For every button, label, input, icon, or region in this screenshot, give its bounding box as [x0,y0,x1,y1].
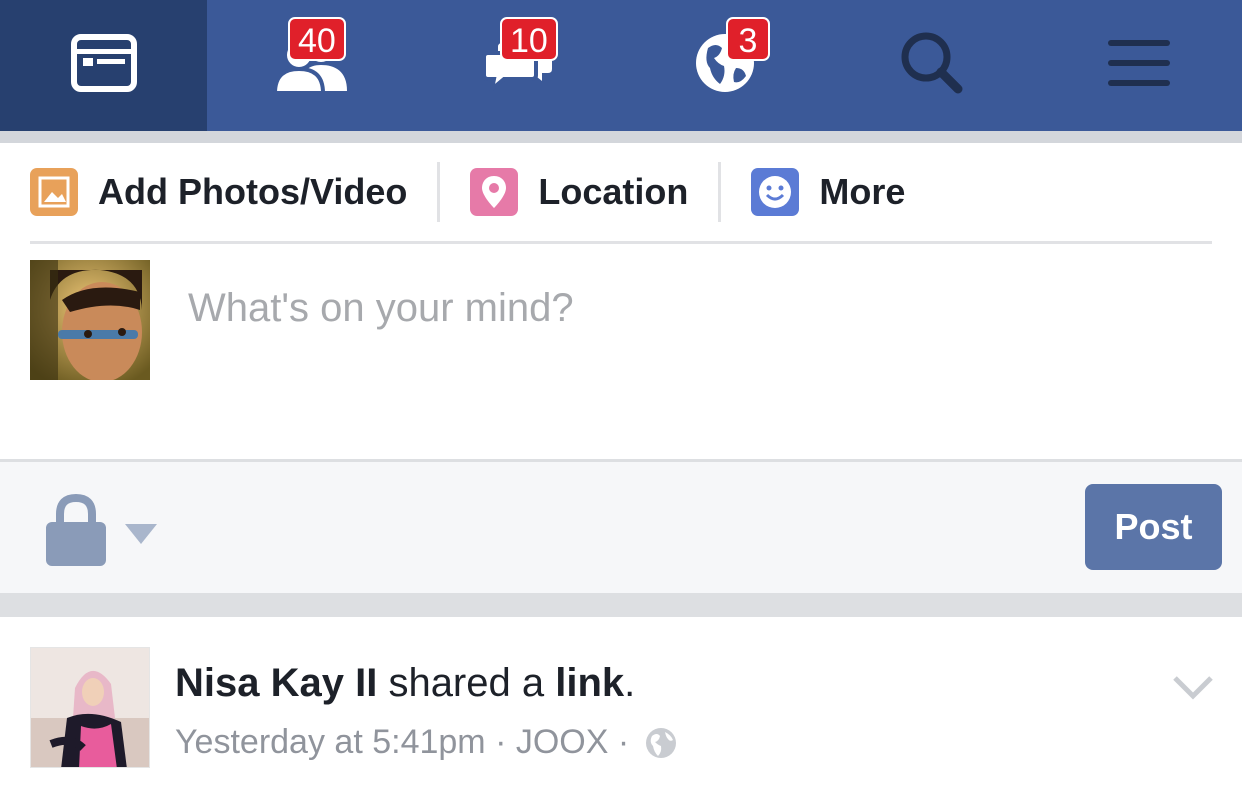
search-icon [900,31,964,100]
action-separator [718,162,722,222]
notifications-badge: 3 [726,17,770,61]
story-verb: shared a [377,661,556,705]
public-globe-icon [645,727,677,759]
friend-requests-badge: 40 [288,17,346,61]
status-composer: Add Photos/Video Location More What's on… [0,143,1242,459]
action-separator [437,162,441,222]
tab-search[interactable] [828,0,1035,131]
hamburger-menu-icon [1107,38,1170,93]
post-button[interactable]: Post [1085,484,1222,570]
feed-divider [0,593,1242,617]
nav-divider [0,131,1242,143]
tab-friend-requests[interactable]: 40 [207,0,414,131]
story-headline: Nisa Kay II shared a link. [175,661,635,706]
tab-notifications[interactable]: 3 [621,0,828,131]
top-navigation-bar: 40 10 3 [0,0,1242,131]
privacy-selector[interactable] [44,492,108,573]
story-author-avatar[interactable] [30,647,150,768]
story-meta: Yesterday at 5:41pm · JOOX · [175,723,677,762]
tab-more-menu[interactable] [1035,0,1242,131]
news-feed-icon [70,34,137,97]
photo-icon [30,168,78,216]
privacy-caret-icon[interactable] [125,524,157,551]
status-input[interactable]: What's on your mind? [188,286,574,331]
location-button[interactable]: Location [470,143,688,241]
add-photos-video-label: Add Photos/Video [98,171,408,212]
lock-icon [44,493,108,572]
tab-messages[interactable]: 10 [414,0,621,131]
user-avatar [30,260,150,380]
add-photos-video-button[interactable]: Add Photos/Video [30,143,407,241]
story-period: . [624,661,636,705]
feed-story: Nisa Kay II shared a link. Yesterday at … [0,617,1242,788]
story-object-link[interactable]: link [555,661,624,705]
location-pin-icon [470,168,519,216]
story-app-link[interactable]: JOOX [516,723,609,762]
post-options-bar: Post [0,459,1242,593]
story-author-link[interactable]: Nisa Kay II [175,661,377,705]
location-label: Location [538,171,689,212]
more-label: More [819,171,906,212]
messages-badge: 10 [500,17,558,61]
story-options-chevron-icon[interactable] [1172,675,1214,706]
tab-news-feed[interactable] [0,0,207,131]
composer-actions: Add Photos/Video Location More [30,143,1212,244]
smiley-icon [751,168,800,216]
more-button[interactable]: More [751,143,905,241]
story-timestamp[interactable]: Yesterday at 5:41pm [175,723,486,762]
meta-separator: · [608,723,639,761]
meta-separator: · [485,723,516,761]
